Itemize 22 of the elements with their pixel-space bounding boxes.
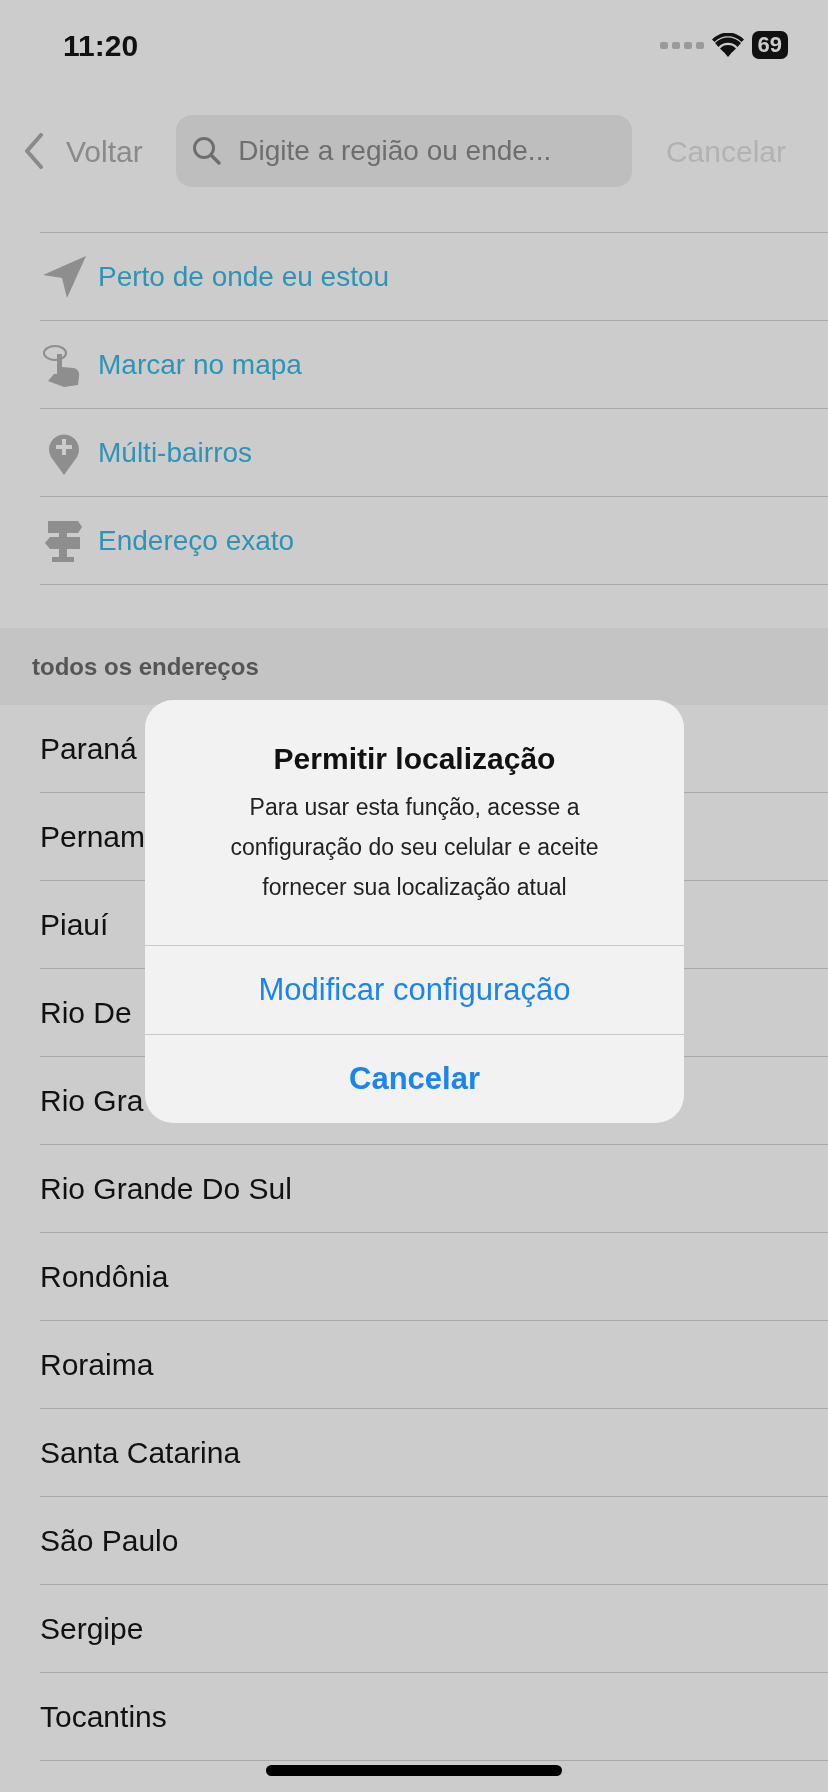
search-field[interactable]: Digite a região ou ende... — [176, 115, 633, 187]
chevron-left-icon — [24, 133, 44, 169]
alert-title: Permitir localização — [272, 741, 557, 777]
state-item[interactable]: Paraná — [40, 726, 137, 771]
wifi-icon — [711, 33, 744, 57]
state-item[interactable]: Piauí — [40, 902, 109, 947]
state-item[interactable]: Rio Gra — [40, 1078, 144, 1123]
state-item[interactable]: Rio Grande Do Sul — [40, 1166, 292, 1211]
battery-indicator: 69 — [751, 31, 788, 59]
state-item[interactable]: Sergipe — [40, 1606, 144, 1651]
state-item[interactable]: Rio De — [40, 990, 132, 1035]
state-item[interactable]: Santa Catarina — [40, 1430, 241, 1475]
state-item[interactable]: Roraima — [40, 1342, 154, 1387]
state-item[interactable]: Tocantins — [40, 1694, 167, 1739]
alert-message: Para usar esta função, acesse a configuração do seu celular e aceite fornecer sua localização atual — [229, 793, 600, 902]
state-item[interactable]: São Paulo — [40, 1518, 179, 1563]
signal-icon — [659, 40, 704, 50]
status-time: 11:20 — [63, 27, 139, 64]
state-item[interactable]: Pernam — [40, 814, 146, 859]
state-item[interactable]: Rondônia — [40, 1254, 169, 1299]
section-title: todos os endereços — [32, 651, 259, 682]
search-icon — [192, 136, 223, 166]
